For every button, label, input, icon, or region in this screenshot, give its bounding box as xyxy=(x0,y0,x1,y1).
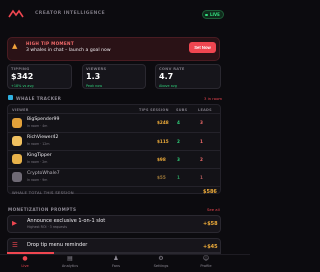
set-now-button[interactable]: Set Now xyxy=(189,42,216,53)
stat-sub: +18% vs avg xyxy=(11,84,34,88)
column-header: VIEWER xyxy=(12,108,29,112)
live-icon: ● xyxy=(22,255,28,262)
viewer-name: RichViewer42 xyxy=(27,135,59,140)
viewer-name: BigSpender99 xyxy=(27,117,60,122)
prompt-value: +$45 xyxy=(203,244,218,250)
avatar xyxy=(12,154,22,164)
viewer-leads: 1 xyxy=(200,139,203,144)
viewer-subs: 2 xyxy=(177,139,180,144)
viewer-leads: 1 xyxy=(200,175,203,180)
whale-total-value: $586 xyxy=(203,189,217,195)
alert-subtitle: 3 whales in chat – launch a goal now xyxy=(26,48,111,53)
logo-icon xyxy=(8,9,24,18)
nav-item-profile[interactable]: ☺ Profile xyxy=(186,255,226,268)
stat-value: $342 xyxy=(11,72,34,81)
nav-item-fans[interactable]: ♟ Fans xyxy=(96,255,136,268)
avatar xyxy=(12,136,22,146)
alert-title: HIGH TIP MOMENT xyxy=(26,41,75,46)
prompt-value: +$58 xyxy=(203,221,218,227)
viewer-subs: 1 xyxy=(177,175,180,180)
live-dot-icon xyxy=(205,13,208,16)
analytics-icon: ▤ xyxy=(67,255,73,262)
viewer-subs: 3 xyxy=(177,157,180,162)
viewer-meta: In room · 4m xyxy=(27,124,48,128)
stat-value: 1.3 xyxy=(86,72,101,81)
nav-label: Live xyxy=(21,264,29,268)
viewer-name: CryptoWhale7 xyxy=(27,171,60,176)
viewer-meta: In room · 9m xyxy=(27,178,48,182)
viewer-leads: 2 xyxy=(200,157,203,162)
prompt-title: Announce exclusive 1-on-1 slot xyxy=(27,218,106,224)
settings-icon: ⚙ xyxy=(158,255,164,262)
viewer-tips: $55 xyxy=(157,175,166,180)
viewer-tips: $98 xyxy=(157,157,166,162)
menu-icon: ☰ xyxy=(12,241,18,249)
divider xyxy=(7,150,221,151)
live-label: LIVE xyxy=(210,12,220,17)
stat-sub: Above avg xyxy=(159,84,177,88)
divider xyxy=(7,132,221,133)
nav-label: Profile xyxy=(200,264,212,268)
column-header: SUBS xyxy=(176,108,188,112)
app-header: CREATOR INTELLIGENCE LIVE xyxy=(0,0,250,30)
fans-icon: ♟ xyxy=(113,255,119,262)
stat-label: VIEWERS xyxy=(86,67,107,71)
monetization-link[interactable]: See all xyxy=(207,207,220,212)
nav-label: Analytics xyxy=(61,264,79,268)
nav-label: Fans xyxy=(111,264,121,268)
prompt-title: Drop tip menu reminder xyxy=(27,242,88,248)
column-header: TIPS SESSION xyxy=(139,108,169,112)
viewer-name: KingTipper xyxy=(27,153,52,158)
viewer-leads: 3 xyxy=(200,120,203,125)
viewer-subs: 4 xyxy=(177,120,180,125)
brand-title: CREATOR INTELLIGENCE xyxy=(35,11,106,16)
divider xyxy=(7,113,221,114)
divider xyxy=(7,168,221,169)
viewer-meta: In room · 12m xyxy=(27,142,50,146)
nav-item-settings[interactable]: ⚙ Settings xyxy=(141,255,181,268)
nav-item-live[interactable]: ● Live xyxy=(5,255,45,268)
whale-tracker-title: WHALE TRACKER xyxy=(16,96,62,101)
viewer-tips: $115 xyxy=(157,139,169,144)
avatar xyxy=(12,172,22,182)
column-header: LEADS xyxy=(198,108,212,112)
stat-label: CONV RATE xyxy=(159,67,185,71)
viewer-tips: $248 xyxy=(157,120,169,125)
viewer-meta: In room · 2m xyxy=(27,160,48,164)
megaphone-icon: ▶ xyxy=(12,219,17,227)
whale-tracker-link[interactable]: 3 in room xyxy=(204,96,222,101)
divider xyxy=(7,186,221,187)
nav-item-analytics[interactable]: ▤ Analytics xyxy=(50,255,90,268)
stat-value: 4.7 xyxy=(159,72,174,81)
whale-total-label: WHALE TOTAL THIS SESSION xyxy=(12,190,74,195)
stat-label: TIPPING xyxy=(11,67,30,71)
fire-icon: ▲ xyxy=(12,42,18,50)
whale-icon xyxy=(8,95,13,100)
stat-sub: Peak now xyxy=(86,84,103,88)
profile-icon: ☺ xyxy=(202,255,210,262)
avatar xyxy=(12,118,22,128)
monetization-title: MONETIZATION PROMPTS xyxy=(8,207,77,212)
nav-label: Settings xyxy=(153,264,169,268)
prompt-sub: Highest ROI · 3 requests xyxy=(27,225,68,229)
